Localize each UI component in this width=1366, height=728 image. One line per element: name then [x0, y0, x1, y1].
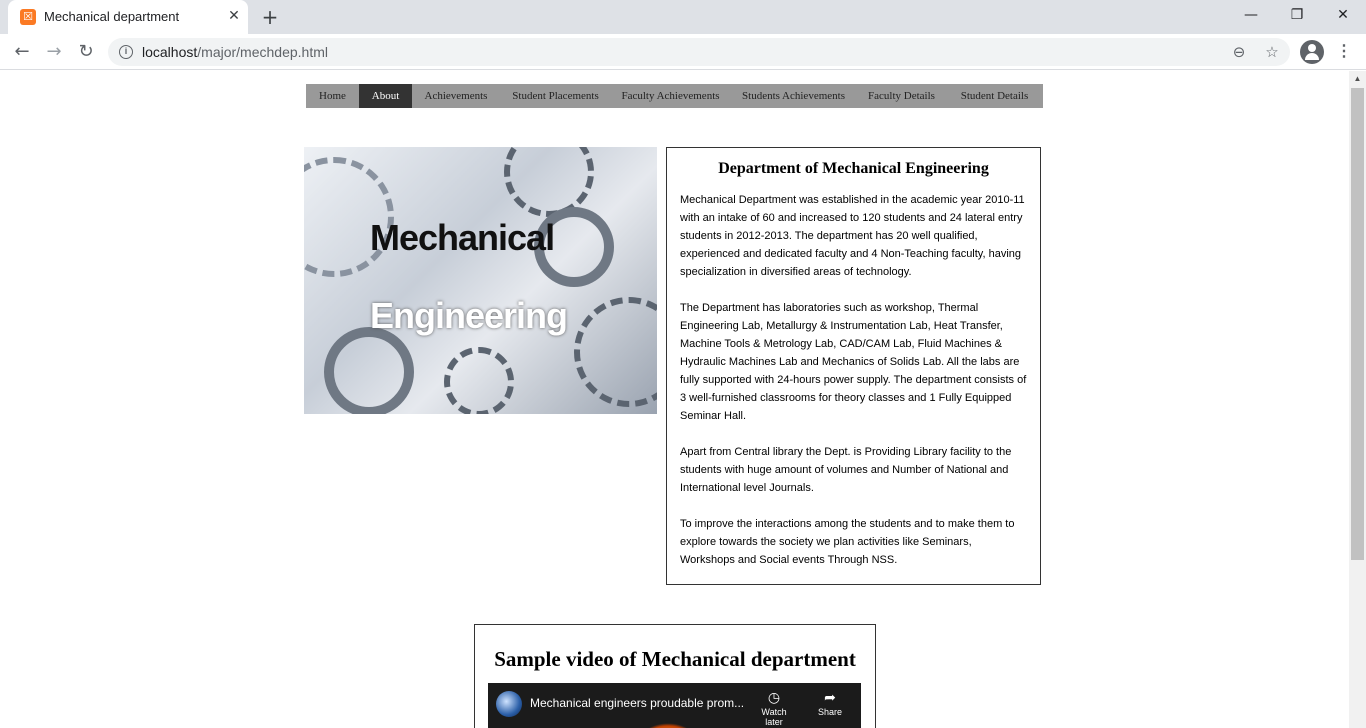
bearing-icon: [324, 327, 414, 414]
nav-student-details[interactable]: Student Details: [946, 84, 1043, 108]
video-heading: Sample video of Mechanical department: [494, 647, 856, 671]
gear-icon: [504, 147, 594, 217]
channel-avatar-icon[interactable]: [496, 691, 522, 717]
info-paragraph: Apart from Central library the Dept. is …: [680, 446, 1012, 494]
tab-close-icon[interactable]: ✕: [225, 7, 243, 25]
new-tab-icon[interactable]: +: [259, 6, 281, 28]
share-icon: ➦: [824, 690, 836, 706]
gear-icon: [444, 347, 514, 414]
banner-title-line-1: Mechanical: [370, 217, 555, 258]
browser-tabstrip: ☒ Mechanical department ✕ + — ❐ ✕: [0, 0, 1366, 34]
watch-later-label: Watch later: [761, 707, 787, 727]
browser-menu-icon[interactable]: ⋮: [1334, 41, 1354, 63]
url-text: localhost/major/mechdep.html: [142, 44, 328, 60]
gear-icon: [574, 297, 657, 407]
nav-achievements[interactable]: Achievements: [412, 84, 500, 108]
info-paragraph: Mechanical Department was established in…: [680, 194, 1025, 278]
nav-faculty-details[interactable]: Faculty Details: [857, 84, 946, 108]
info-paragraph: To improve the interactions among the st…: [680, 518, 1015, 566]
browser-tab[interactable]: ☒ Mechanical department ✕: [8, 0, 248, 34]
nav-home[interactable]: Home: [306, 84, 359, 108]
forward-icon[interactable]: →: [42, 41, 66, 63]
nav-faculty-achievements[interactable]: Faculty Achievements: [611, 84, 730, 108]
site-info-icon[interactable]: i: [119, 45, 133, 59]
site-navigation: Home About Achievements Student Placemen…: [306, 84, 1043, 108]
banner-title-line-2: Engineering: [370, 295, 568, 336]
vertical-scrollbar[interactable]: ▲: [1349, 71, 1366, 728]
clock-icon: ◷: [767, 690, 781, 706]
department-title: Department of Mechanical Engineering: [718, 160, 989, 177]
watch-later-button[interactable]: ◷ Watch later: [752, 689, 796, 727]
scrollbar-thumb[interactable]: [1351, 88, 1364, 560]
tab-title: Mechanical department: [44, 9, 180, 24]
maximize-icon[interactable]: ❐: [1274, 0, 1320, 30]
browser-toolbar: ← → ↻ i localhost/major/mechdep.html ⊖ ☆…: [0, 34, 1366, 70]
page-viewport: Home About Achievements Student Placemen…: [0, 71, 1349, 728]
bookmark-star-icon[interactable]: ☆: [1261, 41, 1283, 63]
profile-avatar-icon[interactable]: [1300, 40, 1324, 64]
url-host: localhost: [142, 44, 198, 60]
nav-student-placements[interactable]: Student Placements: [500, 84, 611, 108]
address-bar[interactable]: i localhost/major/mechdep.html ⊖ ☆: [108, 38, 1290, 66]
nav-students-achievements[interactable]: Students Achievements: [730, 84, 857, 108]
zoom-icon[interactable]: ⊖: [1228, 41, 1250, 63]
info-paragraph: The Department has laboratories such as …: [680, 302, 1027, 422]
video-thumbnail-glow: [638, 723, 698, 728]
back-icon[interactable]: ←: [10, 41, 34, 63]
window-close-icon[interactable]: ✕: [1320, 0, 1366, 30]
mechanical-engineering-banner-image: Mechanical Engineering: [304, 147, 657, 414]
video-section: Sample video of Mechanical department Me…: [474, 624, 876, 728]
reload-icon[interactable]: ↻: [74, 41, 98, 63]
embedded-video-player[interactable]: Mechanical engineers proudable prom... ◷…: [488, 683, 861, 728]
nav-about[interactable]: About: [359, 84, 412, 108]
url-path: /major/mechdep.html: [197, 44, 328, 60]
department-info-box: Department of Mechanical Engineering Mec…: [666, 147, 1041, 585]
video-title[interactable]: Mechanical engineers proudable prom...: [530, 696, 744, 710]
minimize-icon[interactable]: —: [1228, 0, 1274, 30]
share-label: Share: [817, 707, 843, 717]
scroll-up-arrow-icon[interactable]: ▲: [1349, 71, 1366, 87]
xampp-favicon-icon: ☒: [20, 9, 36, 25]
share-button[interactable]: ➦ Share: [808, 689, 852, 717]
